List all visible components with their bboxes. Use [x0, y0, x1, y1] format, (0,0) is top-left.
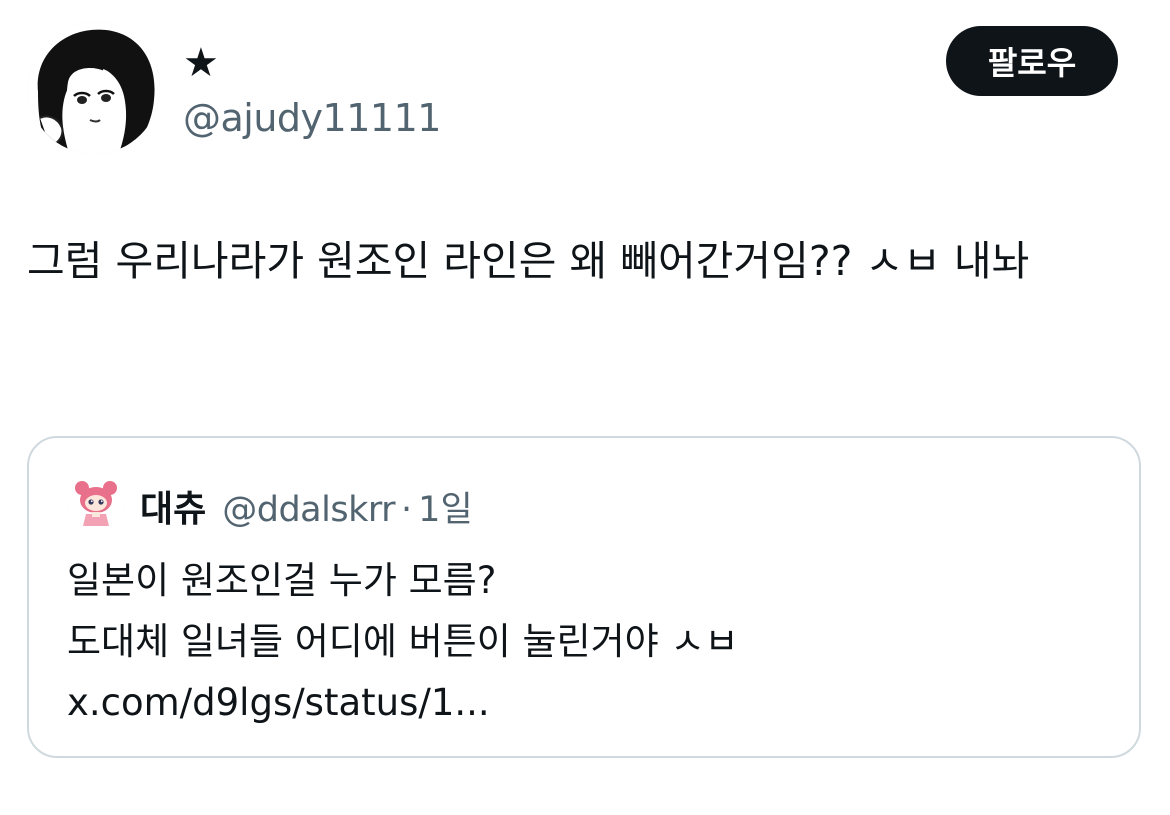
- pink-character-avatar-icon: [67, 474, 125, 532]
- quote-tweet-card[interactable]: 대츄 @ddalskrr · 1일 일본이 원조인걸 누가 모름? 도대체 일녀…: [27, 436, 1141, 758]
- quote-timestamp[interactable]: 1일: [418, 481, 472, 532]
- quote-author-avatar[interactable]: [67, 474, 125, 532]
- quote-text: 일본이 원조인걸 누가 모름? 도대체 일녀들 어디에 버튼이 눌린거야 ㅅㅂ …: [67, 550, 1117, 733]
- quote-link[interactable]: x.com/d9lgs/status/1...: [67, 681, 490, 724]
- author-display-name[interactable]: ★: [183, 34, 219, 92]
- tweet-text: 그럼 우리나라가 원조인 라인은 왜 빼어간거임?? ㅅㅂ 내놔: [27, 237, 1030, 285]
- author-handle[interactable]: @ajudy11111: [183, 92, 441, 144]
- post: ★ @ajudy11111 팔로우 그럼 우리나라가 원조인 라인은 왜 빼어간…: [0, 0, 1170, 815]
- anime-girl-avatar-icon: [28, 22, 160, 154]
- follow-button[interactable]: 팔로우: [946, 26, 1118, 96]
- quote-header: 대츄 @ddalskrr · 1일: [140, 480, 473, 530]
- quote-author-display-name[interactable]: 대츄: [140, 480, 206, 532]
- author-avatar[interactable]: [28, 22, 160, 154]
- quote-author-handle[interactable]: @ddalskrr: [222, 490, 395, 530]
- quote-text-line-1: 일본이 원조인걸 누가 모름?: [67, 559, 497, 602]
- quote-text-line-2: 도대체 일녀들 어디에 버튼이 눌린거야 ㅅㅂ: [67, 620, 751, 663]
- separator-dot: ·: [401, 490, 413, 530]
